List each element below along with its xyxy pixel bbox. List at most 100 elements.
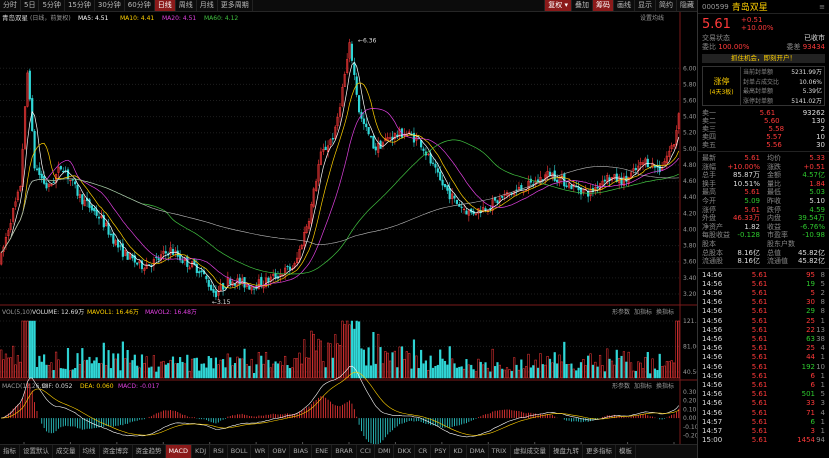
- indicator-tab-0[interactable]: 指标: [0, 445, 20, 458]
- indicator-tab-4[interactable]: 资金博弈: [100, 445, 133, 458]
- timeframe-9[interactable]: 更多周期: [218, 0, 253, 11]
- quote-label: 今开: [702, 196, 716, 205]
- candle-body: [353, 62, 356, 75]
- indicator-tab-22[interactable]: TRIX: [489, 445, 511, 458]
- tool-5[interactable]: 隐藏: [676, 0, 697, 11]
- volume-bar: [150, 366, 153, 379]
- indicator-tab-16[interactable]: DMI: [375, 445, 395, 458]
- volume-bar: [579, 362, 583, 379]
- quote-value: 8.16亿: [737, 248, 760, 257]
- indicator-tab-25[interactable]: 更多指标: [583, 445, 617, 458]
- indicator-tab-10[interactable]: WR: [251, 445, 270, 458]
- timeframe-3[interactable]: 15分钟: [65, 0, 95, 11]
- period-toolbar: 分时 5日 5分钟 15分钟 30分钟 60分钟 日线 周线 月线 更多周期 复权 ▾ 叠加 筹码画…: [0, 0, 697, 12]
- indicator-tab-3[interactable]: 均线: [80, 445, 100, 458]
- candle-body: [205, 275, 208, 280]
- volume-bar: [52, 370, 55, 379]
- tick-count: 38: [816, 335, 825, 344]
- menu-icon[interactable]: ≡: [819, 3, 825, 11]
- quote-label: 最新: [702, 154, 716, 162]
- tick-time: 14:56: [702, 316, 723, 325]
- tool-3[interactable]: 显示: [634, 0, 655, 11]
- quote-value: 1.84: [809, 179, 825, 188]
- indicator-tab-19[interactable]: PSY: [431, 445, 451, 458]
- candle-body: [460, 206, 463, 208]
- candle-body: [455, 199, 458, 204]
- timeframe-4[interactable]: 30分钟: [95, 0, 125, 11]
- timeframe-8[interactable]: 月线: [197, 0, 218, 11]
- indicator-tab-17[interactable]: DKX: [394, 445, 416, 458]
- quote-label: 股东户数: [767, 239, 795, 248]
- indicator-tab-11[interactable]: OBV: [269, 445, 291, 458]
- indicator-tab-7[interactable]: KDJ: [192, 445, 211, 458]
- timeframe-7[interactable]: 周线: [176, 0, 197, 11]
- limit-key: 最高封单额: [743, 88, 774, 95]
- timeframe-2[interactable]: 5分钟: [39, 0, 65, 11]
- volume-bar: [453, 363, 456, 379]
- indicator-tab-15[interactable]: CCI: [357, 445, 375, 458]
- price-tick-label: 5.80: [683, 81, 697, 88]
- candle-body: [434, 163, 437, 168]
- candle-body: [229, 279, 232, 285]
- volume-bar: [465, 359, 468, 379]
- tick-time: 14:56: [702, 353, 723, 362]
- indicator-tab-21[interactable]: DMA: [467, 445, 489, 458]
- quote-label: 跌停: [767, 205, 781, 214]
- stock-code: 000599: [702, 2, 729, 11]
- indicator-tab-23[interactable]: 虚拟成交量: [511, 445, 551, 458]
- indicator-tab-20[interactable]: KD: [450, 445, 467, 458]
- volume-bar: [358, 321, 361, 379]
- macd-tick-label: 0.00: [683, 415, 697, 422]
- tick-row-0: 14:56 5.61 95 8: [698, 271, 829, 280]
- tick-row-4: 14:56 5.61 29 8: [698, 307, 829, 316]
- indicator-tab-18[interactable]: CR: [415, 445, 432, 458]
- indicator-tab-6[interactable]: MACD: [165, 445, 192, 458]
- volume-bar: [164, 364, 167, 379]
- quote-value: 5.33: [809, 154, 825, 162]
- price-tick-label: 4.80: [683, 162, 697, 169]
- indicator-tab-24[interactable]: 操盘九转: [550, 445, 584, 458]
- kline-chart[interactable]: 6.00 5.80 5.60 5.40 5.20 5.00 4.80 4.60 4.40 4.20…: [0, 12, 697, 444]
- price-tick-label: 5.40: [683, 114, 697, 121]
- tool-2[interactable]: 画线: [613, 0, 634, 11]
- volume-bar: [274, 361, 277, 379]
- timeframe-1[interactable]: 5日: [21, 0, 40, 11]
- volume-bar: [353, 328, 356, 379]
- volume-bar: [205, 367, 208, 379]
- candle-body: [157, 258, 160, 260]
- indicator-tab-26[interactable]: 模板: [616, 445, 637, 458]
- stock-price: 5.61: [702, 16, 731, 32]
- volume-bar: [107, 350, 110, 379]
- tool-1[interactable]: 筹码: [592, 0, 613, 11]
- indicator-tab-12[interactable]: BIAS: [290, 445, 313, 458]
- ask-volume: 2: [820, 125, 825, 133]
- indicator-tab-13[interactable]: ENE: [312, 445, 333, 458]
- open-account-banner[interactable]: 抓住机会，即刻开户！: [702, 54, 825, 63]
- volume-bar: [112, 353, 115, 379]
- indicator-tab-14[interactable]: BRAR: [332, 445, 357, 458]
- tick-list[interactable]: 14:56 5.61 95 8 14:56 5.61 19 5 14:56 5.61 5 2 14:56…: [698, 271, 829, 446]
- indicator-tab-8[interactable]: RSI: [210, 445, 228, 458]
- candle-body: [446, 185, 449, 191]
- ask-row-3: 卖四 5.57 10: [698, 133, 829, 141]
- indicator-tab-2[interactable]: 成交量: [53, 445, 80, 458]
- timeframe-6[interactable]: 日线: [154, 0, 176, 11]
- ma-legend-1: MA10: 4.41: [120, 15, 154, 22]
- price-tick-label: 3.60: [683, 259, 697, 266]
- indicator-tab-1[interactable]: 设置默认: [20, 445, 53, 458]
- indicator-tab-9[interactable]: BOLL: [228, 445, 252, 458]
- volume-bar: [121, 341, 124, 379]
- tick-price: 5.61: [751, 353, 768, 362]
- tool-0[interactable]: 叠加: [571, 0, 592, 11]
- candle-body: [28, 70, 31, 100]
- volume-bar: [179, 357, 182, 379]
- indicator-tab-5[interactable]: 资金趋势: [133, 445, 166, 458]
- restore-select[interactable]: 复权 ▾: [544, 0, 571, 11]
- candle-body: [198, 271, 201, 274]
- candle-body: [465, 210, 468, 215]
- ask-label: 卖五: [702, 141, 716, 149]
- timeframe-0[interactable]: 分时: [0, 0, 21, 11]
- tick-count: 1: [820, 426, 825, 435]
- timeframe-5[interactable]: 60分钟: [125, 0, 155, 11]
- tool-4[interactable]: 简约: [655, 0, 676, 11]
